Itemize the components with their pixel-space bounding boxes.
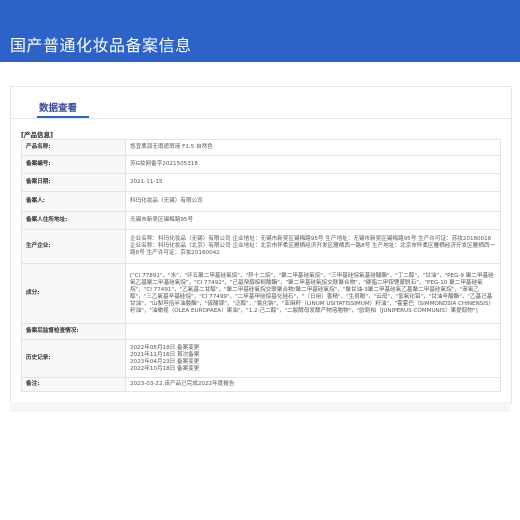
row-value: 2023-03-22,该产品已完成2022年度报告 [125,377,501,392]
table-row: 备案后监督检查情况: [21,323,501,340]
page-footer-strip [10,402,510,412]
table-row: 备案人: 科玛化妆品（无锡）有限公司 [21,191,501,212]
table-row: 备案日期: 2021-11-15 [21,173,501,192]
row-value: 悠宜柔润无瑕遮瑕液 F1.5 自然色 [125,139,501,156]
row-label: 备案日期: [21,173,126,192]
table-row: 备注: 2023-03-22,该产品已完成2022年度报告 [21,377,501,392]
row-label: 备注: [21,377,126,392]
detail-panel: 数据查看 [产品信息] 产品名称: 悠宜柔润无瑕遮瑕液 F1.5 自然色 备案编… [10,86,512,404]
tab-divider [11,118,511,119]
header-banner: 国产普通化妆品备案信息 [0,0,520,62]
row-value: 无锡市新吴区锡梅路95号 [125,211,501,230]
history-item: 2022年05月18日 备案变更 [130,344,200,351]
row-value: 苏G妆网备字2021505318 [125,155,501,174]
row-label: 备案编号: [21,155,126,174]
row-value: 2021-11-15 [125,173,501,192]
page-title: 国产普通化妆品备案信息 [10,36,192,55]
history-item: 2022年10月18日 备案变更 [130,365,200,372]
row-label: 成分: [21,263,126,324]
history-item: 2021年11月16日 首次备案 [130,351,200,358]
row-label: 生产企业: [21,229,126,264]
table-row: 备案人住所地址: 无锡市新吴区锡梅路95号 [21,211,501,230]
row-label: 备案人: [21,191,126,212]
row-value: 企业名称：科玛化妆品（无锡）有限公司 企业地址：无锡市新吴区锡梅路95号 生产地… [125,229,501,264]
row-label: 备案人住所地址: [21,211,126,230]
row-value: 科玛化妆品（无锡）有限公司 [125,191,501,212]
table-row: 产品名称: 悠宜柔润无瑕遮瑕液 F1.5 自然色 [21,139,501,156]
row-value: ["CI 77891"，"水"，"环五聚二甲基硅氧烷"，"异十二烷"，"聚二甲基… [125,263,501,324]
product-info-table: 产品名称: 悠宜柔润无瑕遮瑕液 F1.5 自然色 备案编号: 苏G妆网备字202… [21,139,501,392]
section-title: [产品信息] [21,131,53,139]
table-row: 历史记录: 2022年05月18日 备案变更 2021年11月16日 首次备案 … [21,339,501,378]
table-row: 备案编号: 苏G妆网备字2021505318 [21,155,501,174]
table-row: 生产企业: 企业名称：科玛化妆品（无锡）有限公司 企业地址：无锡市新吴区锡梅路9… [21,229,501,264]
history-item: 2023年04月23日 备案变更 [130,358,200,365]
tab-data-view[interactable]: 数据查看 [39,100,77,114]
table-row: 成分: ["CI 77891"，"水"，"环五聚二甲基硅氧烷"，"异十二烷"，"… [21,263,501,324]
history-list: 2022年05月18日 备案变更 2021年11月16日 首次备案 2023年0… [125,339,501,378]
row-label: 产品名称: [21,139,126,156]
row-value [125,323,501,340]
row-label: 历史记录: [21,339,126,378]
row-label: 备案后监督检查情况: [21,323,126,340]
